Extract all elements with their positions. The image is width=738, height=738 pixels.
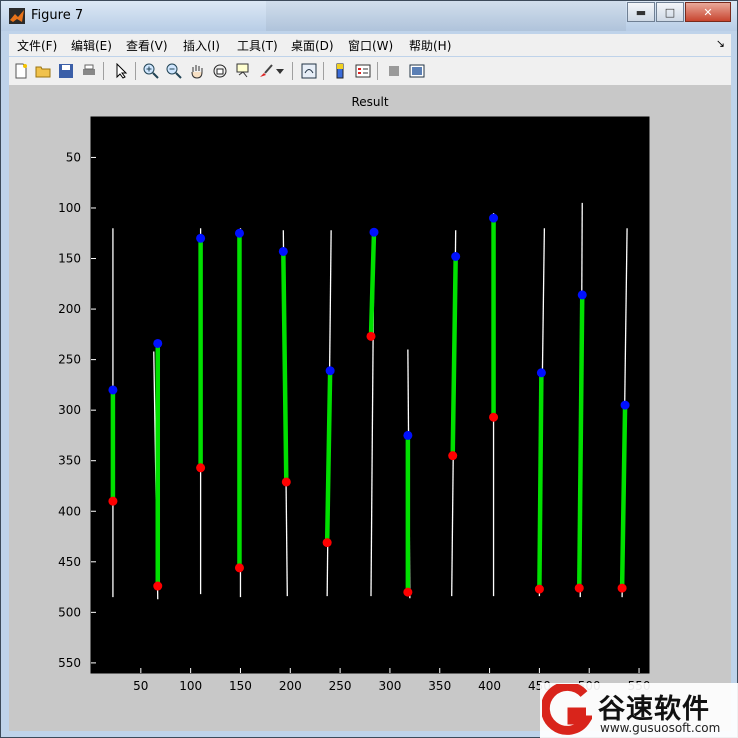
- toolbar-separator: [103, 62, 104, 80]
- chart-plot[interactable]: 50 100 150 200 250 300 350 400 450 500 550 50 100 150…: [9, 86, 731, 731]
- segment-end-point: [234, 563, 244, 573]
- window-title: Figure 7: [31, 8, 84, 23]
- minimize-button[interactable]: ▬: [627, 2, 655, 22]
- x-tick-label: 200: [279, 679, 302, 693]
- figure-window: Figure 7 ▬ □ ✕ 文件(F) 编辑(E) 查看(V) 插入(I) 工…: [0, 0, 738, 738]
- print-icon[interactable]: [79, 61, 99, 81]
- menu-desktop[interactable]: 桌面(D): [291, 37, 334, 54]
- menu-window[interactable]: 窗口(W): [348, 37, 393, 54]
- plot-background: [90, 116, 650, 674]
- y-tick-label: 550: [58, 656, 81, 670]
- pan-icon[interactable]: [187, 61, 207, 81]
- segment-end-point: [617, 583, 627, 593]
- segment-end-point: [281, 477, 291, 487]
- segment-end-point: [403, 587, 413, 597]
- x-tick-label: 400: [478, 679, 501, 693]
- segment-start-point: [489, 213, 499, 223]
- segment-start-point: [153, 338, 163, 348]
- segment-end-point: [574, 583, 584, 593]
- fitted-segment: [281, 251, 289, 482]
- figure-canvas: Result 501001502002503003504004505005505…: [9, 86, 731, 731]
- gusuo-logo-icon: [542, 684, 592, 735]
- toolbar-separator: [377, 62, 378, 80]
- title-bar[interactable]: Figure 7 ▬ □ ✕: [1, 1, 737, 31]
- watermark-url: www.gusuosoft.com: [600, 721, 721, 735]
- segment-end-point: [448, 451, 458, 461]
- hide-plot-tools-icon[interactable]: [384, 61, 404, 81]
- x-tick-label: 300: [378, 679, 401, 693]
- legend-icon[interactable]: [353, 61, 373, 81]
- segment-end-point: [108, 496, 118, 506]
- segment-start-point: [108, 385, 118, 395]
- y-tick-label: 100: [58, 201, 81, 215]
- y-tick-label: 150: [58, 252, 81, 266]
- link-plot-icon[interactable]: [299, 61, 319, 81]
- segment-start-point: [325, 366, 335, 376]
- title-bar-background: [266, 1, 626, 31]
- matlab-logo-icon: [9, 8, 25, 24]
- y-tick-label: 250: [58, 353, 81, 367]
- y-tick-label: 300: [58, 403, 81, 417]
- save-icon[interactable]: [56, 61, 76, 81]
- new-figure-icon[interactable]: [11, 61, 31, 81]
- menu-dock-arrow-icon[interactable]: ↘: [716, 37, 725, 50]
- segment-end-point: [196, 463, 206, 473]
- maximize-button[interactable]: □: [656, 2, 684, 22]
- fitted-segment: [368, 232, 377, 337]
- fitted-segment: [324, 370, 333, 543]
- segment-start-point: [577, 290, 587, 300]
- segment-end-point: [153, 581, 163, 591]
- segment-start-point: [451, 252, 461, 262]
- x-tick-label: 250: [329, 679, 352, 693]
- zoom-in-icon[interactable]: [141, 61, 161, 81]
- menu-edit[interactable]: 编辑(E): [71, 37, 112, 54]
- segment-start-point: [403, 430, 413, 440]
- menu-view[interactable]: 查看(V): [126, 37, 168, 54]
- x-tick-label: 50: [133, 679, 148, 693]
- x-tick-label: 150: [229, 679, 252, 693]
- x-tick-label: 350: [428, 679, 451, 693]
- y-tick-label: 450: [58, 555, 81, 569]
- menu-bar: 文件(F) 编辑(E) 查看(V) 插入(I) 工具(T) 桌面(D) 窗口(W…: [9, 34, 731, 56]
- rotate-3d-icon[interactable]: [210, 61, 230, 81]
- segment-start-point: [369, 227, 379, 237]
- figure-toolbar: [9, 57, 731, 86]
- toolbar-separator: [323, 62, 324, 80]
- watermark: 谷速软件 www.gusuosoft.com: [540, 683, 738, 738]
- segment-start-point: [234, 228, 244, 238]
- y-tick-label: 50: [66, 150, 81, 164]
- segment-end-point: [366, 331, 376, 341]
- segment-end-point: [322, 538, 332, 548]
- zoom-out-icon[interactable]: [164, 61, 184, 81]
- fitted-segment: [619, 405, 628, 589]
- close-button[interactable]: ✕: [685, 2, 731, 22]
- segment-end-point: [489, 412, 499, 422]
- y-tick-label: 350: [58, 454, 81, 468]
- segment-start-point: [536, 368, 546, 378]
- fitted-segment: [577, 294, 585, 589]
- y-tick-label: 500: [58, 605, 81, 619]
- toolbar-separator: [135, 62, 136, 80]
- segment-start-point: [278, 246, 288, 256]
- open-file-icon[interactable]: [33, 61, 53, 81]
- fitted-segment: [450, 256, 458, 456]
- colorbar-icon[interactable]: [330, 61, 350, 81]
- fitted-segment: [537, 372, 544, 590]
- y-tick-label: 400: [58, 504, 81, 518]
- x-tick-label: 100: [179, 679, 202, 693]
- menu-help[interactable]: 帮助(H): [409, 37, 451, 54]
- brush-dropdown-icon[interactable]: [275, 61, 285, 81]
- segment-start-point: [620, 400, 630, 410]
- brush-icon[interactable]: [256, 61, 276, 81]
- menu-insert[interactable]: 插入(I): [183, 37, 220, 54]
- toolbar-separator: [292, 62, 293, 80]
- y-tick-label: 200: [58, 302, 81, 316]
- pointer-icon[interactable]: [111, 61, 131, 81]
- menu-tools[interactable]: 工具(T): [237, 37, 278, 54]
- segment-end-point: [534, 584, 544, 594]
- show-plot-tools-icon[interactable]: [407, 61, 427, 81]
- segment-start-point: [196, 233, 206, 243]
- data-cursor-icon[interactable]: [233, 61, 253, 81]
- menu-file[interactable]: 文件(F): [17, 37, 57, 54]
